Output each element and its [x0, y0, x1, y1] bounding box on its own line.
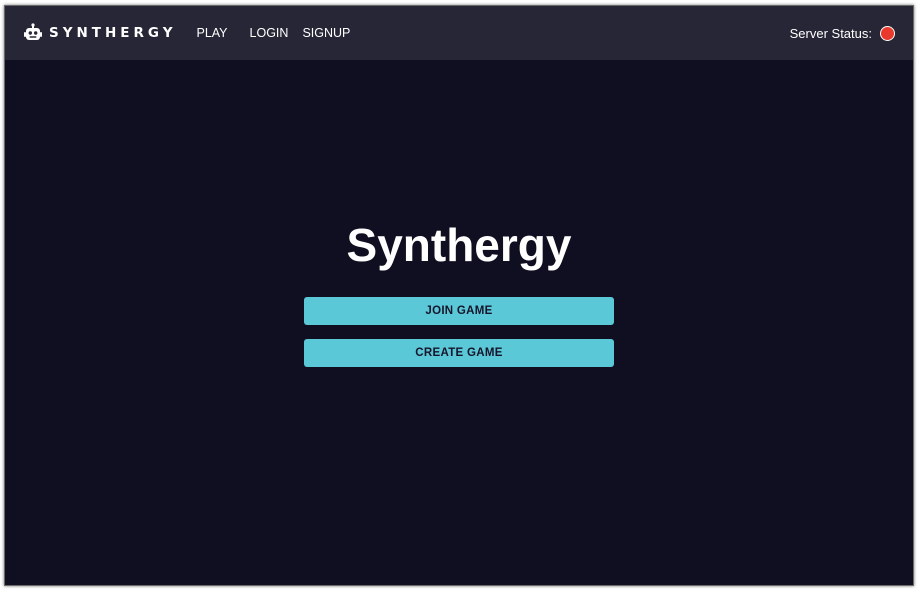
server-status-indicator [880, 25, 895, 41]
main-content: Synthergy JOIN GAME CREATE GAME [5, 60, 913, 585]
app-window: SYNTHERGY PLAY LOGIN SIGNUP Server Statu… [4, 5, 914, 586]
nav-links: PLAY LOGIN SIGNUP [196, 26, 364, 40]
brand-logo[interactable]: SYNTHERGY [23, 23, 176, 43]
join-game-button[interactable]: JOIN GAME [304, 297, 614, 325]
nav-play-link[interactable]: PLAY [196, 26, 227, 40]
server-status-label: Server Status: [789, 25, 872, 41]
nav-login-link[interactable]: LOGIN [250, 26, 289, 40]
nav-signup-link[interactable]: SIGNUP [302, 26, 350, 40]
create-game-button[interactable]: CREATE GAME [304, 339, 614, 367]
robot-icon [24, 23, 42, 40]
server-status: Server Status: [789, 25, 895, 41]
page-title: Synthergy [346, 219, 572, 271]
navbar: SYNTHERGY PLAY LOGIN SIGNUP Server Statu… [5, 6, 913, 60]
brand-name: SYNTHERGY [49, 25, 177, 41]
